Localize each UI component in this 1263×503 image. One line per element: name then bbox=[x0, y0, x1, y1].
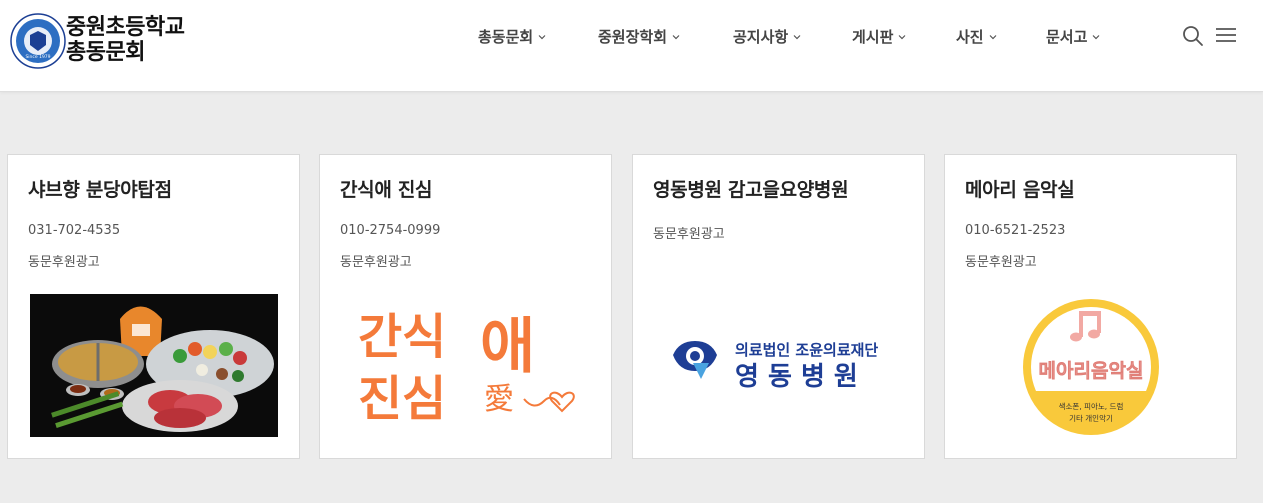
site-title-line1: 중원초등학교 bbox=[66, 15, 185, 40]
svg-text:색소폰, 피아노, 드럼: 색소폰, 피아노, 드럼 bbox=[1059, 401, 1124, 411]
hospital-logo[interactable]: 의료법인 조윤의료재단 영 동 병 원 bbox=[671, 335, 889, 393]
chevron-down-icon bbox=[989, 34, 997, 39]
nav-item-scholarship[interactable]: 중원장학회 bbox=[598, 26, 680, 47]
nav-item-board[interactable]: 게시판 bbox=[852, 26, 906, 47]
card-category[interactable]: 동문후원광고 bbox=[965, 251, 1037, 270]
sponsor-card[interactable]: 영동병원 감고을요양병원 동문후원광고 의료법인 조윤의료재단 영 동 병 원 bbox=[632, 154, 925, 459]
svg-text:의료법인 조윤의료재단: 의료법인 조윤의료재단 bbox=[735, 341, 878, 359]
nav-label: 총동문회 bbox=[478, 28, 534, 46]
chevron-down-icon bbox=[793, 34, 801, 39]
chevron-down-icon bbox=[672, 34, 680, 39]
school-emblem-icon[interactable]: Since 1979 bbox=[10, 13, 66, 69]
svg-text:애: 애 bbox=[480, 312, 535, 382]
svg-text:진심: 진심 bbox=[358, 371, 446, 427]
sponsor-card[interactable]: 간식애 진심 010-2754-0999 동문후원광고 간식 진심 애 愛 bbox=[319, 154, 612, 459]
svg-text:기타 개인악기: 기타 개인악기 bbox=[1069, 413, 1113, 423]
card-title[interactable]: 영동병원 감고을요양병원 bbox=[653, 175, 849, 202]
card-category[interactable]: 동문후원광고 bbox=[653, 223, 725, 242]
music-studio-logo[interactable]: 메아리음악실 색소폰, 피아노, 드럼 기타 개인악기 bbox=[1021, 297, 1161, 437]
chevron-down-icon bbox=[538, 34, 546, 39]
snack-shop-logo[interactable]: 간식 진심 애 愛 bbox=[356, 301, 580, 427]
svg-text:Since 1979: Since 1979 bbox=[25, 54, 50, 60]
card-title[interactable]: 메아리 음악실 bbox=[965, 175, 1075, 202]
card-title[interactable]: 간식애 진심 bbox=[340, 175, 433, 202]
nav-item-photos[interactable]: 사진 bbox=[956, 26, 997, 47]
chevron-down-icon bbox=[1092, 34, 1100, 39]
hamburger-menu-icon[interactable] bbox=[1214, 24, 1238, 48]
card-title[interactable]: 샤브향 분당야탑점 bbox=[28, 175, 172, 202]
svg-text:愛: 愛 bbox=[484, 382, 514, 417]
search-icon[interactable] bbox=[1181, 24, 1205, 48]
nav-item-archive[interactable]: 문서고 bbox=[1046, 26, 1100, 47]
nav-label: 사진 bbox=[956, 28, 984, 46]
svg-text:메아리음악실: 메아리음악실 bbox=[1039, 360, 1144, 382]
card-category[interactable]: 동문후원광고 bbox=[28, 251, 100, 270]
site-header: Since 1979 중원초등학교 총동문회 총동문회 중원장학회 공지사항 게… bbox=[0, 0, 1263, 92]
chevron-down-icon bbox=[898, 34, 906, 39]
shabu-hotpot-photo[interactable] bbox=[30, 294, 278, 437]
nav-label: 게시판 bbox=[852, 28, 894, 46]
card-phone: 031-702-4535 bbox=[28, 223, 121, 238]
svg-text:간식: 간식 bbox=[358, 309, 446, 365]
nav-item-notice[interactable]: 공지사항 bbox=[733, 26, 801, 47]
site-title[interactable]: 중원초등학교 총동문회 bbox=[66, 15, 185, 65]
sponsor-card[interactable]: 메아리 음악실 010-6521-2523 동문후원광고 메아리음악실 색소폰,… bbox=[944, 154, 1237, 459]
site-title-line2: 총동문회 bbox=[66, 40, 145, 65]
nav-label: 중원장학회 bbox=[598, 28, 668, 46]
card-category[interactable]: 동문후원광고 bbox=[340, 251, 412, 270]
nav-label: 문서고 bbox=[1046, 28, 1088, 46]
card-phone: 010-6521-2523 bbox=[965, 223, 1066, 238]
nav-item-alumni[interactable]: 총동문회 bbox=[478, 26, 546, 47]
sponsor-card[interactable]: 샤브향 분당야탑점 031-702-4535 동문후원광고 bbox=[7, 154, 300, 459]
svg-text:영 동 병 원: 영 동 병 원 bbox=[735, 362, 858, 392]
nav-label: 공지사항 bbox=[733, 28, 789, 46]
card-phone: 010-2754-0999 bbox=[340, 223, 441, 238]
